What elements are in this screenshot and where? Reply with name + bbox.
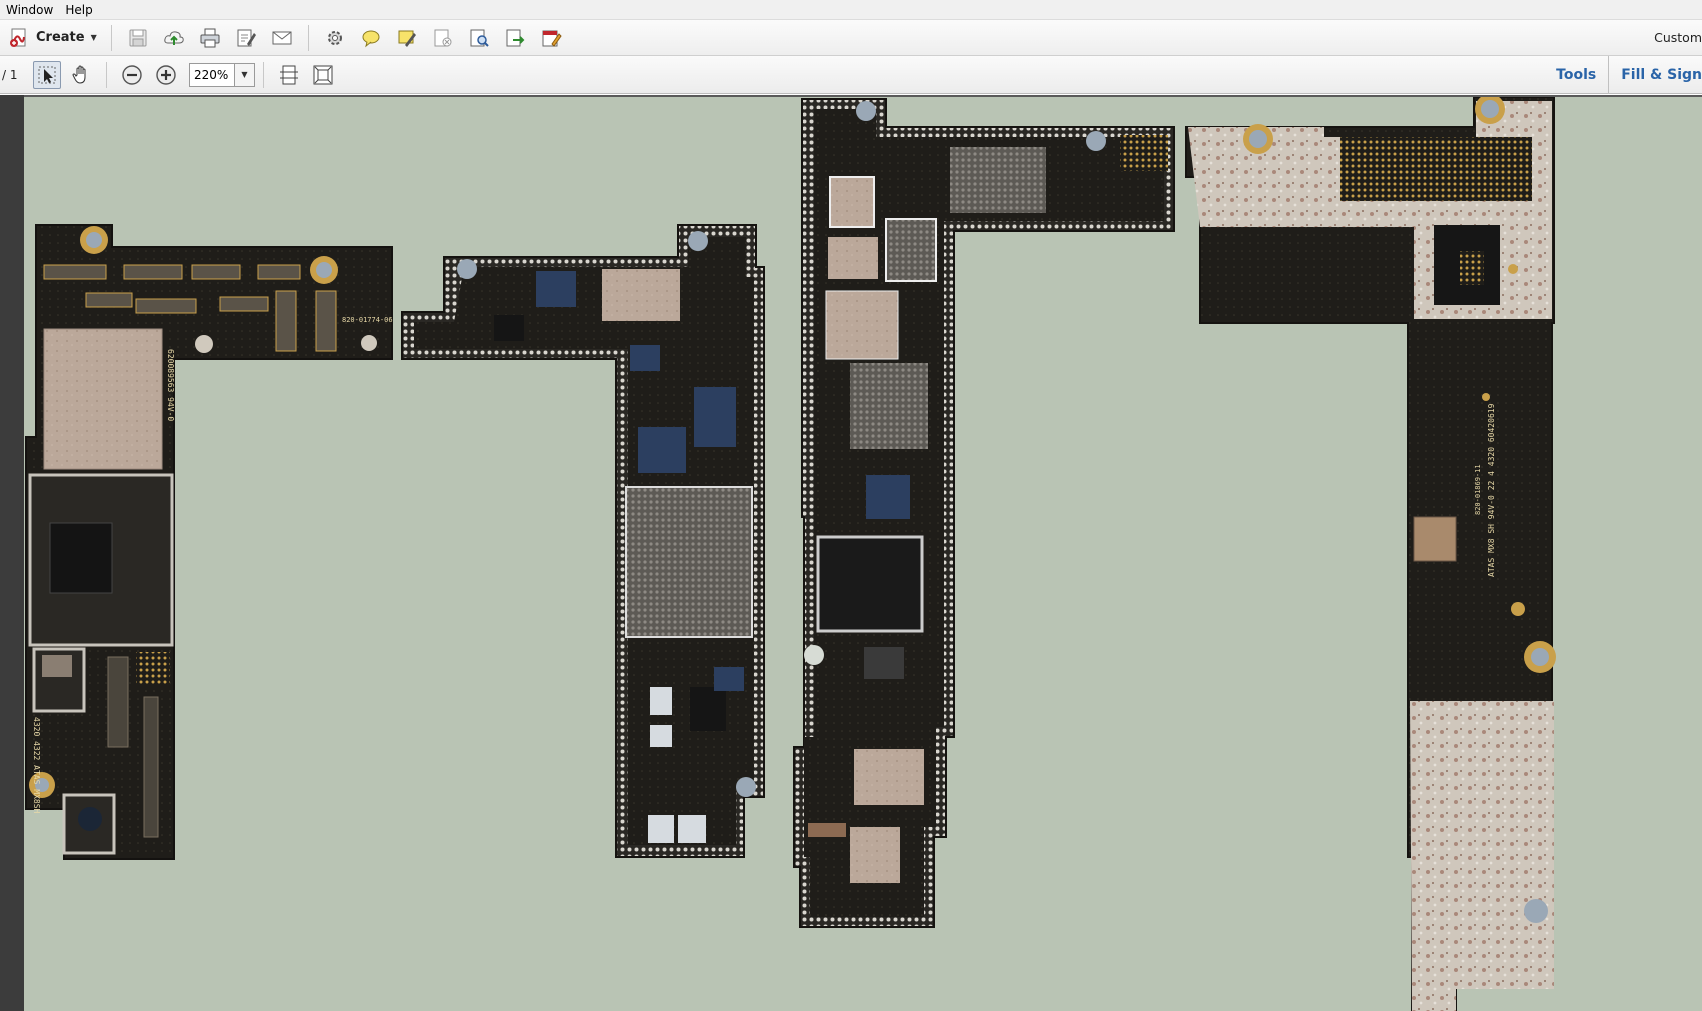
left-gutter [0,95,24,1011]
save-icon [129,29,147,46]
email-icon [272,31,292,44]
create-button[interactable]: Create ▼ [2,23,103,53]
page-count: / 1 [2,67,18,82]
zoom-in-button[interactable] [152,61,180,89]
zoom-out-icon [122,64,142,85]
sign-button[interactable] [536,23,566,53]
export-icon [506,29,525,46]
fit-width-icon [280,65,298,84]
create-pdf-icon [10,28,26,47]
board-3 [793,98,1175,928]
menu-bar: Window Help [0,0,1702,20]
print-button[interactable] [195,23,225,53]
edit-icon [237,29,256,46]
zoom-out-button[interactable] [118,61,146,89]
highlight-button[interactable] [392,23,422,53]
settings-button[interactable] [320,23,350,53]
toolbar-divider [307,24,309,51]
scan-icon [470,29,489,47]
upload-cloud-icon [164,30,184,45]
board-1: 820-01774-06 620089563 94V-0 4320 4322 A… [25,224,393,860]
board-1-bottom-label: 4320 4322 ATAS MX8SH [32,717,41,814]
customize-menu[interactable]: Custom [1654,20,1702,56]
fill-sign-link[interactable]: Fill & Sign [1608,56,1702,94]
highlight-icon [398,30,416,47]
toolbar-divider [106,61,107,88]
save-button[interactable] [123,23,153,53]
redact-button[interactable] [428,23,458,53]
zoom-dropdown-button[interactable]: ▼ [235,62,255,87]
redact-icon [434,29,452,46]
chevron-down-icon: ▼ [241,70,248,79]
board-1-side-label: 620089563 94V-0 [166,349,175,421]
navigation-toolbar: / 1 ▼ Tools Fill & Sign [0,56,1702,94]
toolbar-divider [263,61,264,88]
chevron-down-icon: ▼ [90,33,97,42]
cursor-icon [38,66,56,83]
tools-link[interactable]: Tools [1544,56,1608,94]
panel-links: Tools Fill & Sign [1544,56,1702,94]
comment-button[interactable] [356,23,386,53]
board-1-code: 820-01774-06 [342,316,393,324]
comment-icon [362,30,380,47]
menu-help[interactable]: Help [59,0,98,20]
zoom-in-icon [156,64,176,85]
zoom-control: ▼ [189,62,255,87]
hand-tool-button[interactable] [67,61,95,89]
board-4-code: 820-01869-11 [1474,464,1482,515]
zoom-input[interactable] [189,62,235,87]
document-viewport[interactable]: 820-01774-06 620089563 94V-0 4320 4322 A… [0,95,1702,1011]
hand-icon [72,64,86,84]
motherboard-photo: 820-01774-06 620089563 94V-0 4320 4322 A… [25,97,1556,1011]
sign-icon [542,30,562,47]
export-button[interactable] [500,23,530,53]
main-toolbar: Create ▼ Custom [0,20,1702,56]
email-button[interactable] [267,23,297,53]
board-4: 820-01869-11 ATAS MX8 SH 94V-0 22 4 4320… [1185,97,1556,1011]
menu-window[interactable]: Window [0,0,59,20]
board-4-info: ATAS MX8 SH 94V-0 22 4 4320 60420619 [1487,403,1496,577]
fit-page-icon [313,65,333,84]
board-2 [401,224,765,858]
upload-button[interactable] [159,23,189,53]
select-tool-button[interactable] [33,60,61,89]
fit-page-button[interactable] [309,61,337,89]
gear-icon [327,30,342,45]
fit-width-button[interactable] [275,61,303,89]
edit-button[interactable] [231,23,261,53]
create-label: Create [36,30,85,45]
toolbar-divider [110,24,112,51]
scan-button[interactable] [464,23,494,53]
print-icon [200,28,220,47]
pdf-page: 820-01774-06 620089563 94V-0 4320 4322 A… [24,97,1702,1011]
